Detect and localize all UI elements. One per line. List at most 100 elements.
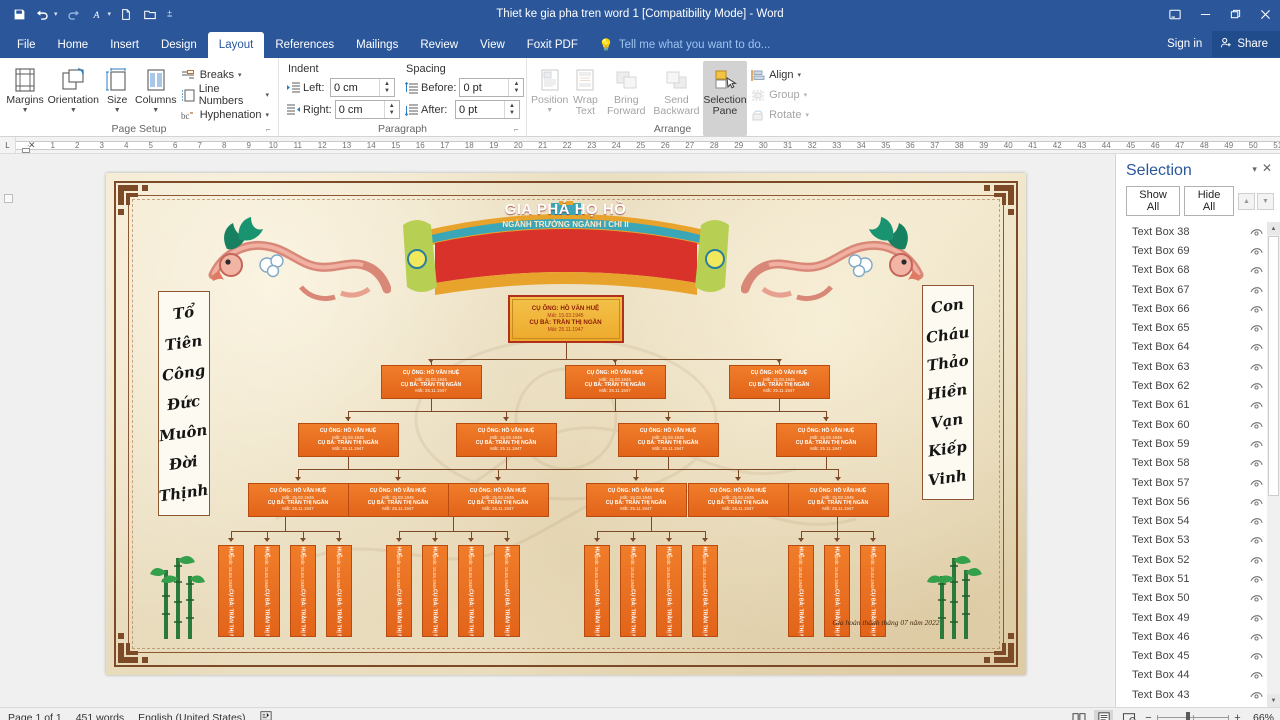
spin-up-icon[interactable]: ▲ [509, 103, 515, 110]
zoom-in-button[interactable]: + [1233, 712, 1242, 720]
position-button[interactable]: Position ▼ [531, 61, 568, 136]
close-button[interactable] [1250, 0, 1280, 28]
horizontal-ruler[interactable]: L · 1 2 3 4 5 6 7 8 9 10 11 12 13 14 15 16 17 18 19 20 21 22 23… [0, 137, 1280, 154]
indent-right-spinner[interactable]: ▲▼ [334, 100, 400, 119]
selection-pane-item[interactable]: Text Box 38 [1116, 222, 1267, 241]
proofing-icon[interactable] [259, 710, 272, 720]
hide-all-button[interactable]: Hide All [1184, 186, 1234, 216]
visibility-eye-icon[interactable] [1250, 613, 1263, 623]
family-node[interactable]: CỤ ÔNG: HỒ VĂN HUỆMất: 15.03.1945CỤ BÀ: … [564, 365, 666, 399]
spacing-after-arrows[interactable]: ▲ ▼ [504, 101, 519, 118]
selection-pane-item[interactable]: Text Box 57 [1116, 473, 1267, 492]
visibility-eye-icon[interactable] [1250, 304, 1263, 314]
selection-pane-item[interactable]: Text Box 56 [1116, 492, 1267, 511]
tab-insert[interactable]: Insert [99, 32, 150, 58]
font-color-dropdown-icon[interactable]: ▾ [108, 10, 114, 18]
family-node[interactable]: CỤ ÔNG: HỒ VĂN HUỆMất: 15.03.1945CỤ BÀ: … [385, 545, 412, 637]
selection-pane-scrollbar[interactable]: ▲ ▼ [1267, 222, 1280, 707]
visibility-eye-icon[interactable] [1250, 651, 1263, 661]
selection-pane-item[interactable]: Text Box 43 [1116, 685, 1267, 704]
pane-close-icon[interactable]: ✕ [1260, 162, 1274, 174]
spin-up-icon[interactable]: ▲ [384, 81, 390, 88]
family-node[interactable]: CỤ ÔNG: HỒ VĂN HUỆMất: 15.03.1945CỤ BÀ: … [421, 545, 448, 637]
align-dropdown-icon[interactable]: ▾ [798, 71, 802, 79]
family-node[interactable]: CỤ ÔNG: HỒ VĂN HUỆMất: 15.03.1945CỤ BÀ: … [787, 545, 814, 637]
selection-pane-item[interactable]: Text Box 61 [1116, 396, 1267, 415]
line-numbers-button[interactable]: Line Numbers ▾ [178, 83, 274, 107]
selection-pane-button[interactable]: Selection Pane [702, 61, 748, 136]
zoom-level[interactable]: 66% [1246, 712, 1274, 720]
selection-pane-item[interactable]: Text Box 49 [1116, 608, 1267, 627]
zoom-slider-track[interactable] [1157, 712, 1229, 720]
visibility-eye-icon[interactable] [1250, 246, 1263, 256]
visibility-eye-icon[interactable] [1250, 439, 1263, 449]
group-button[interactable]: Group ▾ [747, 85, 814, 105]
family-node[interactable]: CỤ ÔNG: HỒ VĂN HUỆMất: 15.03.1945CỤ BÀ: … [775, 423, 877, 457]
web-layout-button[interactable] [1119, 710, 1138, 720]
minimize-button[interactable] [1190, 0, 1220, 28]
spin-down-icon[interactable]: ▼ [513, 88, 519, 95]
ruler-track[interactable]: · 1 2 3 4 5 6 7 8 9 10 11 12 13 14 15 16 17 18 19 20 21 22 23 24… [16, 137, 1280, 153]
visibility-eye-icon[interactable] [1250, 497, 1263, 507]
wrap-text-button[interactable]: Wrap Text [568, 61, 602, 136]
visibility-eye-icon[interactable] [1250, 265, 1263, 275]
family-node[interactable]: CỤ ÔNG: HỒ VĂN HUỆMất: 15.03.1945CỤ BÀ: … [253, 545, 280, 637]
customize-qat-icon[interactable]: ⩲ [167, 9, 174, 20]
restore-button[interactable] [1220, 0, 1250, 28]
tab-view[interactable]: View [469, 32, 516, 58]
visibility-eye-icon[interactable] [1250, 555, 1263, 565]
tab-file[interactable]: File [6, 32, 47, 58]
family-node[interactable]: CỤ ÔNG: HỒ VĂN HUỆMất: 15.03.1945CỤ BÀ: … [787, 483, 889, 517]
indent-right-arrows[interactable]: ▲ ▼ [383, 101, 399, 118]
scrollbar-thumb[interactable] [1268, 236, 1279, 496]
document-page[interactable]: GIA PHẢ HỌ HỒ NGÀNH TRƯỞNG NGÀNH I CHI I… [105, 173, 1026, 675]
zoom-slider-thumb[interactable] [1186, 712, 1190, 720]
visibility-eye-icon[interactable] [1250, 458, 1263, 468]
page-indicator[interactable]: Page 1 of 1 [8, 712, 62, 720]
visibility-eye-icon[interactable] [1250, 227, 1263, 237]
family-node[interactable]: CỤ ÔNG: HỒ VĂN HUỆMất: 15.03.1945CỤ BÀ: … [687, 483, 789, 517]
document-canvas[interactable]: GIA PHẢ HỌ HỒ NGÀNH TRƯỞNG NGÀNH I CHI I… [16, 154, 1115, 707]
paragraph-dialog-launcher[interactable]: ⌐ [514, 125, 523, 134]
ribbon-display-options-button[interactable] [1160, 0, 1190, 28]
selection-pane-list[interactable]: Text Box 38 Text Box 69 Text Box 68 Text Bo… [1116, 222, 1280, 707]
family-node[interactable]: CỤ ÔNG: HỒ VĂN HUỆMất: 15.03.1945CỤ BÀ: … [447, 483, 549, 517]
visibility-eye-icon[interactable] [1250, 420, 1263, 430]
visibility-eye-icon[interactable] [1250, 400, 1263, 410]
tab-stop-selector[interactable]: L [0, 137, 16, 153]
selection-pane-item[interactable]: Text Box 67 [1116, 280, 1267, 299]
tell-me-search[interactable]: 💡 Tell me what you want to do... [589, 32, 780, 58]
orientation-button[interactable]: Orientation ▼ [46, 61, 100, 136]
family-node[interactable]: CỤ ÔNG: HỒ VĂN HUỆMất: 15.03.1945CỤ BÀ: … [493, 545, 520, 637]
family-node[interactable]: CỤ ÔNG: HỒ VĂN HUỆMất: 15.03.1945CỤ BÀ: … [347, 483, 449, 517]
sign-in-button[interactable]: Sign in [1157, 38, 1212, 50]
tab-design[interactable]: Design [150, 32, 208, 58]
indent-left-input[interactable] [331, 79, 379, 96]
margins-dropdown-icon[interactable]: ▼ [22, 107, 29, 114]
word-count[interactable]: 451 words [76, 712, 124, 720]
spin-up-icon[interactable]: ▲ [513, 81, 519, 88]
family-node[interactable]: CỤ ÔNG: HỒ VĂN HUỆMất: 15.03.1945CỤ BÀ: … [655, 545, 682, 637]
tab-review[interactable]: Review [409, 32, 469, 58]
spin-down-icon[interactable]: ▼ [509, 110, 515, 117]
family-node[interactable]: CỤ ÔNG: HỒ VĂN HUỆMất: 15.03.1945CỤ BÀ: … [325, 545, 352, 637]
selection-pane-item[interactable]: Text Box 64 [1116, 338, 1267, 357]
selection-pane-item[interactable]: Text Box 44 [1116, 666, 1267, 685]
family-node[interactable]: CỤ ÔNG: HỒ VĂN HUỆMất: 15.03.1945CỤ BÀ: … [297, 423, 399, 457]
family-node[interactable]: CỤ ÔNG: HỒ VĂN HUỆMất: 15.03.1945CỤ BÀ: … [217, 545, 244, 637]
family-node[interactable]: CỤ ÔNG: HỒ VĂN HUỆMất: 15.03.1945CỤ BÀ: … [289, 545, 316, 637]
size-dropdown-icon[interactable]: ▼ [114, 107, 121, 114]
send-backward-small-icon[interactable]: ▼ [1257, 192, 1274, 210]
family-node[interactable]: CỤ ÔNG: HỒ VĂN HUỆMất: 15.03.1945CỤ BÀ: … [583, 545, 610, 637]
new-document-button[interactable] [115, 3, 137, 25]
spin-down-icon[interactable]: ▼ [389, 110, 395, 117]
selection-pane-item[interactable]: Text Box 66 [1116, 299, 1267, 318]
visibility-eye-icon[interactable] [1250, 362, 1263, 372]
hyphenation-button[interactable]: bc Hyphenation ▾ [178, 105, 274, 125]
redo-button[interactable] [62, 3, 84, 25]
visibility-eye-icon[interactable] [1250, 516, 1263, 526]
indent-left-arrows[interactable]: ▲ ▼ [379, 79, 394, 96]
spacing-before-input[interactable] [460, 79, 509, 96]
family-tree[interactable]: CỤ ÔNG: HỒ VĂN HUỆ Mất: 15.03.1945 CỤ BÀ: … [106, 173, 1026, 675]
selection-pane-item[interactable]: Text Box 69 [1116, 241, 1267, 260]
